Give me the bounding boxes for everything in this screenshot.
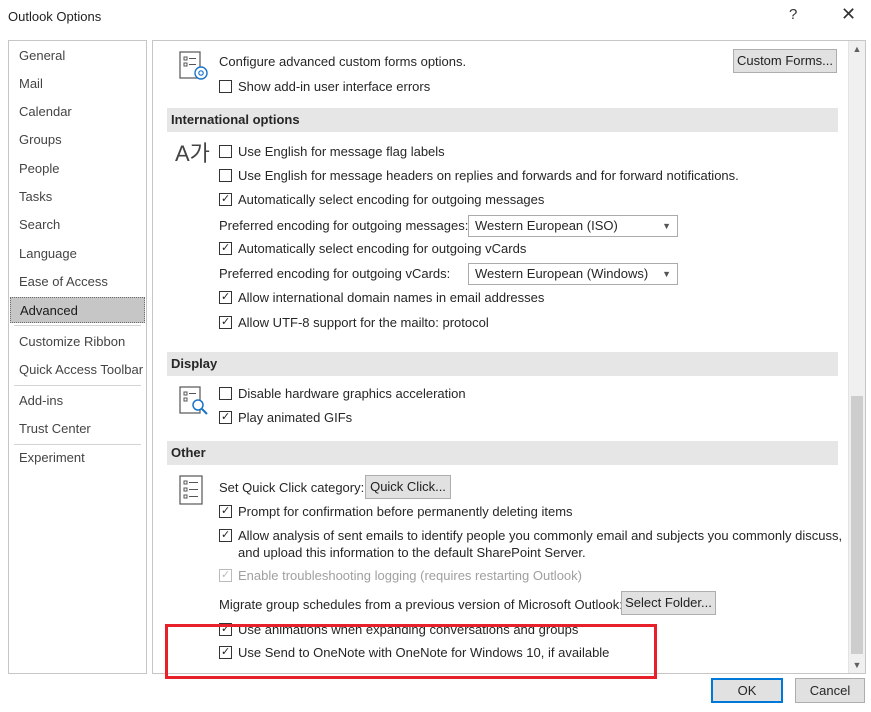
title-bar: Outlook Options ? ✕ [0,0,871,34]
preferred-vcard-dropdown[interactable]: Western European (Windows) ▼ [468,263,678,285]
nav-divider [14,325,141,326]
utf8-option[interactable]: Allow UTF-8 support for the mailto: prot… [219,315,489,331]
show-addin-errors-option[interactable]: Show add-in user interface errors [219,79,430,95]
analysis-label-line2: and upload this information to the defau… [238,545,586,560]
auto-vcard-checkbox[interactable] [219,242,232,255]
quick-click-label: Set Quick Click category: [219,480,365,495]
onenote-option[interactable]: Use Send to OneNote with OneNote for Win… [219,645,609,661]
nav-item-advanced[interactable]: Advanced [10,297,145,323]
scroll-down-icon[interactable]: ▼ [849,657,865,673]
scroll-up-icon[interactable]: ▲ [849,41,865,57]
migrate-label: Migrate group schedules from a previous … [219,597,623,612]
ok-button[interactable]: OK [711,678,783,703]
help-button[interactable]: ? [789,6,797,23]
custom-forms-icon [179,51,208,80]
utf8-label: Allow UTF-8 support for the mailto: prot… [238,315,489,330]
analysis-checkbox[interactable] [219,529,232,542]
auto-vcard-option[interactable]: Automatically select encoding for outgoi… [219,241,526,257]
chevron-down-icon: ▼ [662,269,671,279]
auto-vcard-label: Automatically select encoding for outgoi… [238,241,527,256]
troubleshooting-checkbox [219,569,232,582]
idn-checkbox[interactable] [219,291,232,304]
nav-item-customize-ribbon[interactable]: Customize Ribbon [10,329,145,355]
prompt-delete-option[interactable]: Prompt for confirmation before permanent… [219,504,573,520]
utf8-checkbox[interactable] [219,316,232,329]
preferred-vcard-value: Western European (Windows) [475,266,649,281]
chevron-down-icon: ▼ [662,221,671,231]
select-folder-button[interactable]: Select Folder... [621,591,716,615]
international-icon: A가 [175,141,210,166]
nav-item-quick-access-toolbar[interactable]: Quick Access Toolbar [10,357,145,383]
display-header: Display [167,352,838,376]
auto-encoding-checkbox[interactable] [219,193,232,206]
prompt-delete-checkbox[interactable] [219,505,232,518]
scrollbar-thumb[interactable] [851,396,863,654]
message-headers-checkbox[interactable] [219,169,232,182]
nav-item-ease-of-access[interactable]: Ease of Access [10,269,145,295]
hw-accel-option[interactable]: Disable hardware graphics acceleration [219,386,466,402]
animations-label: Use animations when expanding conversati… [238,622,579,637]
onenote-checkbox[interactable] [219,646,232,659]
international-options-header: International options [167,108,838,132]
message-headers-label: Use English for message headers on repli… [238,168,739,183]
category-nav: General Mail Calendar Groups People Task… [8,40,147,674]
display-magnifier-icon [179,386,208,415]
other-header: Other [167,441,838,465]
nav-item-add-ins[interactable]: Add-ins [10,388,145,414]
show-addin-errors-checkbox[interactable] [219,80,232,93]
auto-encoding-option[interactable]: Automatically select encoding for outgoi… [219,192,544,208]
nav-divider [14,385,141,386]
nav-item-experiment[interactable]: Experiment [10,445,145,471]
show-addin-errors-label: Show add-in user interface errors [238,79,431,94]
onenote-label: Use Send to OneNote with OneNote for Win… [238,645,610,660]
nav-item-general[interactable]: General [10,43,145,69]
nav-item-groups[interactable]: Groups [10,127,145,153]
analysis-option[interactable]: Allow analysis of sent emails to identif… [219,528,842,544]
idn-option[interactable]: Allow international domain names in emai… [219,290,544,306]
custom-forms-button[interactable]: Custom Forms... [733,49,837,73]
custom-forms-text: Configure advanced custom forms options. [219,54,467,69]
nav-item-calendar[interactable]: Calendar [10,99,145,125]
window-title: Outlook Options [8,9,102,24]
nav-item-search[interactable]: Search [10,212,145,238]
animations-option[interactable]: Use animations when expanding conversati… [219,622,578,638]
message-headers-option[interactable]: Use English for message headers on repli… [219,168,739,184]
flag-labels-label: Use English for message flag labels [238,144,445,159]
preferred-encoding-value: Western European (ISO) [475,218,618,233]
analysis-label-line1: Allow analysis of sent emails to identif… [238,528,843,543]
prompt-delete-label: Prompt for confirmation before permanent… [238,504,573,519]
animations-checkbox[interactable] [219,623,232,636]
hw-accel-label: Disable hardware graphics acceleration [238,386,466,401]
preferred-vcard-label: Preferred encoding for outgoing vCards: [219,266,451,281]
hw-accel-checkbox[interactable] [219,387,232,400]
cancel-button[interactable]: Cancel [795,678,865,703]
auto-encoding-label: Automatically select encoding for outgoi… [238,192,545,207]
close-button[interactable]: ✕ [841,4,856,25]
animated-gifs-option[interactable]: Play animated GIFs [219,410,352,426]
idn-label: Allow international domain names in emai… [238,290,545,305]
quick-click-button[interactable]: Quick Click... [365,475,451,499]
list-settings-icon [179,475,203,505]
nav-item-tasks[interactable]: Tasks [10,184,145,210]
vertical-scrollbar[interactable]: ▲ ▼ [848,41,865,673]
flag-labels-option[interactable]: Use English for message flag labels [219,144,445,160]
nav-item-people[interactable]: People [10,156,145,182]
nav-item-mail[interactable]: Mail [10,71,145,97]
preferred-encoding-dropdown[interactable]: Western European (ISO) ▼ [468,215,678,237]
nav-item-trust-center[interactable]: Trust Center [10,416,145,442]
animated-gifs-label: Play animated GIFs [238,410,353,425]
animated-gifs-checkbox[interactable] [219,411,232,424]
troubleshooting-label: Enable troubleshooting logging (requires… [238,568,582,583]
troubleshooting-option: Enable troubleshooting logging (requires… [219,568,582,584]
nav-item-language[interactable]: Language [10,241,145,267]
advanced-options-panel: Configure advanced custom forms options.… [152,40,866,674]
preferred-encoding-label: Preferred encoding for outgoing messages… [219,218,469,233]
flag-labels-checkbox[interactable] [219,145,232,158]
